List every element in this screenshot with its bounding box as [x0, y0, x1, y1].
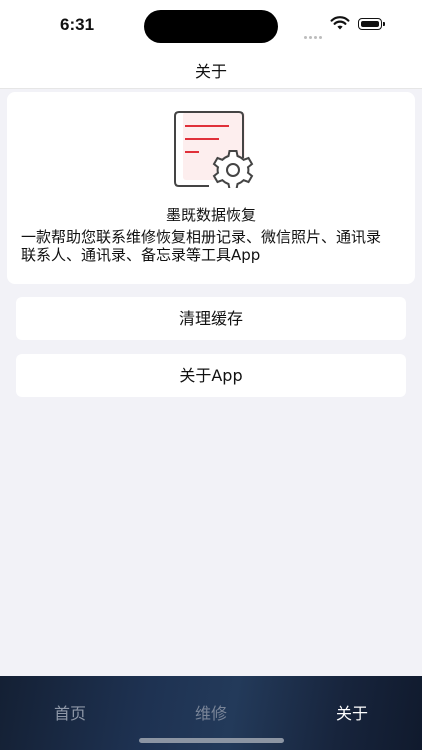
about-app-button[interactable]: 关于App [16, 354, 406, 397]
clear-cache-button[interactable]: 清理缓存 [16, 297, 406, 340]
app-info-card: 墨既数据恢复 一款帮助您联系维修恢复相册记录、微信照片、通讯录联系人、通讯录、备… [7, 92, 415, 284]
wifi-icon [330, 16, 350, 30]
dynamic-island [144, 10, 278, 43]
tab-about[interactable]: 关于 [282, 700, 422, 724]
app-description: 一款帮助您联系维修恢复相册记录、微信照片、通讯录联系人、通讯录、备忘录等工具Ap… [21, 228, 382, 264]
navigation-bar: 关于 [0, 52, 422, 89]
tab-repair[interactable]: 维修 [141, 700, 281, 724]
app-name: 墨既数据恢复 [165, 206, 256, 224]
page-title: 关于 [194, 62, 227, 81]
status-time: 6:31 [60, 15, 95, 34]
home-indicator [139, 738, 284, 743]
cellular-signal-icon [304, 24, 324, 43]
document-gear-icon [174, 111, 254, 188]
tab-home[interactable]: 首页 [0, 700, 140, 724]
status-bar: 6:31 [0, 0, 422, 52]
battery-icon [358, 18, 385, 30]
